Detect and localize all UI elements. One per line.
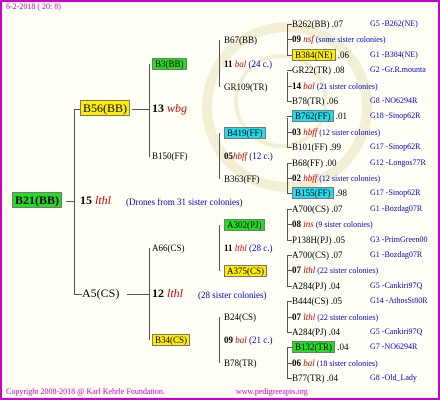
gg6-bracket [287, 256, 288, 286]
gg8-node: B78(TR) [224, 358, 257, 368]
g4-num: 09 bal (21 c.) [224, 335, 273, 345]
p2-num: 12 lthl [152, 286, 184, 300]
ancestor-row: 09 nsf (some sister colonies) [292, 34, 386, 44]
g4-node: B34(CS) [152, 334, 191, 346]
p2-node: A5(CS) [82, 286, 120, 300]
ancestor-row: 03 hbff (12 sister colonies) [292, 127, 381, 137]
g4-bracket [219, 317, 220, 363]
g1-num: 11 bal (24 c.) [224, 59, 273, 69]
g2-num: 05hbff (12 c.) [224, 151, 273, 161]
g3-node: A66(CS) [152, 243, 185, 253]
root-note: (Drones from 31 sister colonies) [126, 197, 243, 207]
gg4-node: B363(FF) [224, 174, 260, 184]
ancestor-row: B155(FF) .98 G17 -Sinop62R [292, 187, 420, 199]
p2-out [127, 294, 150, 295]
footer-copyright: Copyright 2008-2018 @ Karl Kehrle Founda… [6, 387, 165, 396]
p1-node: B56(BB) [80, 100, 131, 116]
ancestor-row: B384(NE) .06 G1 -B384(NE) [292, 49, 418, 61]
g3-num: 11 lthl (28 c.) [224, 243, 273, 253]
g1-bracket [219, 40, 220, 87]
gg7-node: B24(CS) [224, 312, 257, 322]
ancestor-row: 06 bal (18 sister colonies) [292, 358, 378, 368]
root-num: 15 lthl [80, 193, 112, 207]
g2-node: B150(FF) [152, 151, 188, 161]
root-bracket [74, 109, 75, 295]
footer-website: www.pedigreeapis.org [236, 387, 308, 396]
ancestor-row: B68(FF) .00 G12 -Longos77R [292, 158, 426, 168]
ancestor-row: B78(TR) .06 G8 -NO6294R [292, 96, 418, 106]
ancestor-row: 07 lthl (22 sister colonies) [292, 265, 379, 275]
gg6-node: A375(CS) [224, 265, 268, 277]
p1-num: 13 wbg [152, 101, 188, 115]
ancestor-row: P138H(PJ) .05 G3 -PrimGreen00 [292, 235, 428, 245]
gg1-node: B67(BB) [224, 35, 258, 45]
gg5-node: A302(PJ) [224, 219, 265, 231]
g3-bracket [219, 225, 220, 271]
p2-connector [74, 294, 82, 295]
gg2-bracket [287, 72, 288, 102]
g2-bracket [219, 133, 220, 179]
gg3-node: B419(FF) [224, 127, 266, 139]
ancestor-row: GR22(TR) .08 G2 -Gr.R.mounta [292, 65, 426, 75]
gg4-bracket [287, 164, 288, 194]
ancestor-row: B762(FF) .01 G18 -Sinop62R [292, 110, 420, 122]
ancestor-row: B262(BB) .07 G5 -B262(NE) [292, 19, 418, 29]
root-node: B21(BB) [12, 192, 63, 208]
date-stamp: 6-2-2018 ( 20: 8) [6, 2, 61, 11]
p1-bracket [149, 64, 150, 157]
gg3-bracket [287, 118, 288, 148]
p1-out [132, 109, 150, 110]
ancestor-row: 08 ins (9 sister colonies) [292, 219, 373, 229]
ancestor-row: B132(TR) .04 G7 -NO6294R [292, 341, 417, 353]
ancestor-row: A700(CS) .07 G1 -Bozdag07R [292, 204, 423, 214]
gg2-node: GR109(TR) [224, 82, 268, 92]
ancestor-row: A700(CS) .07 G1 -Bozdag07R [292, 250, 423, 260]
ancestor-row: A284(PJ) .04 G5 -Cankiri97Q [292, 281, 423, 291]
ancestor-row: 07 lthl (22 sister colonies) [292, 312, 379, 322]
ancestor-row: A284(PJ) .04 G5 -Cankiri97Q [292, 327, 423, 337]
ancestor-row: B101(FF) .99 G17 -Sinop62R [292, 142, 421, 152]
pedigree-chart: 6-2-2018 ( 20: 8) B21(BB) 15 lthl (Drone… [0, 0, 440, 400]
ancestor-row: 02 hbff (12 sister colonies) [292, 173, 381, 183]
ancestor-row: 14 bal (21 sister colonies) [292, 81, 378, 91]
gg5-bracket [287, 210, 288, 240]
ancestor-row: B444(CS) .05 G14 -AthosSt80R [292, 296, 428, 306]
ancestor-row: B77(TR) .04 G8 -Old_Lady [292, 373, 417, 383]
p2-note: (28 sister colonies) [198, 290, 267, 300]
g1-node: B3(BB) [152, 58, 187, 70]
root-connector [66, 201, 75, 202]
